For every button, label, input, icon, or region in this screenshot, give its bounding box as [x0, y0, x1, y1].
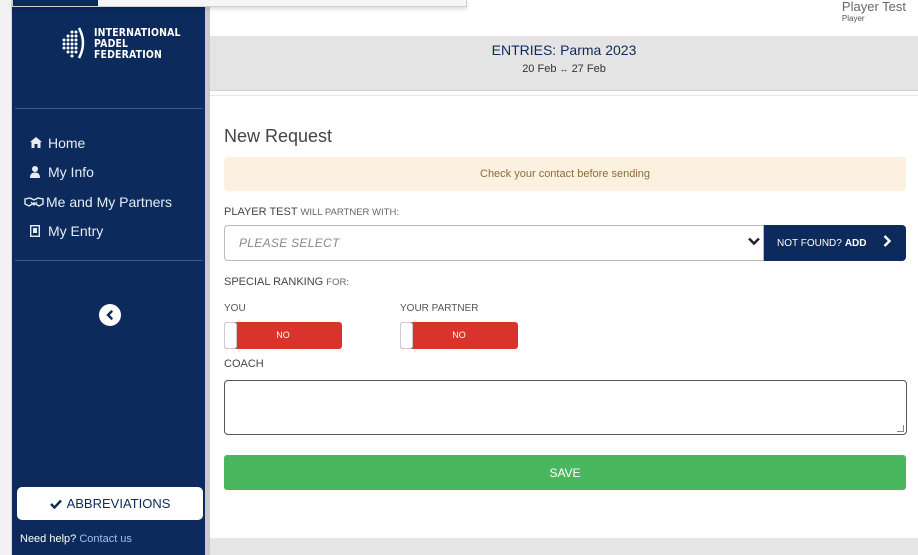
- sidebar-item-label: Home: [48, 134, 86, 151]
- sidebar-divider: [15, 260, 203, 261]
- sidebar-item-label: My Info: [48, 164, 94, 181]
- top-dropdown-panel: [12, 0, 467, 7]
- chevron-down-icon: [747, 234, 761, 251]
- handshake-icon: [24, 196, 46, 208]
- toggle-value: NO: [452, 330, 466, 340]
- coach-label: COACH: [224, 358, 264, 370]
- sidebar-nav: Home My Info Me and My Partners My Entry: [24, 128, 173, 247]
- you-label: YOU: [224, 303, 246, 314]
- user-name: Player Test: [841, 0, 906, 14]
- sidebar-item-label: Me and My Partners: [46, 193, 173, 210]
- user-info[interactable]: Player Test Player: [842, 0, 906, 23]
- not-found-label: NOT FOUND?: [777, 237, 842, 249]
- date-range-arrow-icon: ↔: [559, 64, 569, 74]
- not-found-add-button[interactable]: NOT FOUND? ADD: [764, 225, 906, 261]
- logo-text: INTERNATIONAL PADEL FEDERATION: [94, 25, 181, 61]
- contact-us-link[interactable]: Contact us: [79, 533, 132, 545]
- you-special-ranking-toggle[interactable]: NO: [224, 322, 342, 349]
- collapse-sidebar-button[interactable]: [99, 304, 121, 326]
- date-end: 27 Feb: [571, 63, 606, 75]
- partner-label-suffix: WILL PARTNER WITH:: [300, 207, 399, 218]
- special-ranking-suffix: FOR:: [326, 277, 349, 288]
- resize-grip-icon[interactable]: [897, 425, 904, 432]
- contact-notice: Check your contact before sending: [224, 157, 906, 191]
- add-label: ADD: [844, 237, 867, 249]
- your-partner-label: YOUR PARTNER: [400, 303, 479, 314]
- chevron-right-icon: [882, 234, 892, 251]
- user-icon: [30, 166, 48, 179]
- partner-label: PLAYER TEST WILL PARTNER WITH:: [224, 206, 399, 218]
- sidebar-item-home[interactable]: Home: [30, 128, 172, 158]
- partner-select[interactable]: PLEASE SELECT: [224, 225, 764, 261]
- help-text: Need help? Contact us: [20, 533, 132, 545]
- entries-label: ENTRIES:: [491, 42, 557, 58]
- event-dates: 20 Feb ↔ 27 Feb: [210, 63, 918, 75]
- player-name-label: PLAYER TEST: [224, 206, 298, 218]
- chevron-left-icon: [105, 307, 115, 323]
- request-form: New Request Check your contact before se…: [210, 95, 918, 538]
- user-role: Player: [841, 14, 865, 23]
- page-title: New Request: [224, 126, 333, 146]
- checkmark-icon: [49, 496, 62, 512]
- partner-special-ranking-toggle[interactable]: NO: [400, 322, 518, 349]
- sidebar: INTERNATIONAL PADEL FEDERATION Home My I…: [12, 0, 208, 555]
- special-ranking-label: SPECIAL RANKING FOR:: [224, 276, 349, 288]
- save-button[interactable]: SAVE: [224, 455, 906, 490]
- abbreviations-label: ABBREVIATIONS: [66, 496, 171, 511]
- date-start: 20 Feb: [522, 63, 557, 75]
- page-footer-strip: [210, 538, 918, 555]
- entries-title: ENTRIES: Parma 2023: [210, 42, 918, 58]
- sidebar-item-my-info[interactable]: My Info: [30, 158, 172, 188]
- toggle-value: NO: [276, 330, 290, 340]
- partner-select-placeholder: PLEASE SELECT: [239, 236, 340, 250]
- sidebar-item-me-and-my-partners[interactable]: Me and My Partners: [24, 187, 173, 217]
- home-icon: [30, 137, 48, 149]
- sidebar-divider: [15, 108, 203, 109]
- padel-ball-logo-icon: [60, 26, 86, 60]
- coach-textarea[interactable]: [224, 380, 907, 435]
- sidebar-item-my-entry[interactable]: My Entry: [30, 217, 172, 247]
- event-name: Parma 2023: [560, 42, 637, 58]
- entry-icon: [30, 225, 48, 238]
- abbreviations-button[interactable]: ABBREVIATIONS: [17, 487, 203, 520]
- entries-header: ENTRIES: Parma 2023 20 Feb ↔ 27 Feb: [210, 36, 918, 91]
- window-edge: [0, 0, 12, 555]
- help-label: Need help?: [20, 533, 77, 545]
- federation-logo[interactable]: INTERNATIONAL PADEL FEDERATION: [60, 20, 180, 66]
- sidebar-item-label: My Entry: [48, 223, 104, 240]
- special-ranking-title: SPECIAL RANKING: [224, 276, 324, 288]
